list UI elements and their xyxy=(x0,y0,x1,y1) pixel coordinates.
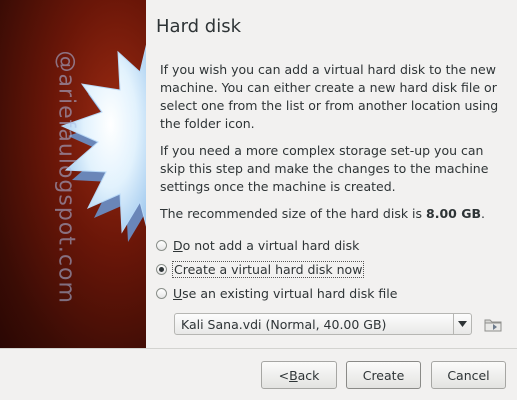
option-create-disk-label: Create a virtual hard disk now xyxy=(171,260,365,278)
option-existing-disk-label: Use an existing virtual hard disk file xyxy=(173,285,398,301)
radio-no-disk[interactable] xyxy=(156,239,167,251)
recommended-size-value: 8.00 GB xyxy=(426,206,481,221)
cancel-button[interactable]: Cancel xyxy=(431,361,506,389)
back-button-rest: ack xyxy=(297,367,320,383)
button-bar: < Back Create Cancel xyxy=(0,348,517,400)
triangle-down-icon[interactable] xyxy=(453,314,471,334)
radio-existing-disk[interactable] xyxy=(156,287,167,299)
option-no-disk[interactable]: Do not add a virtual hard disk xyxy=(156,236,359,254)
watermark-text: @ariefaulogspot.com xyxy=(53,50,79,304)
recommended-size-suffix: . xyxy=(481,206,485,221)
disk-file-select[interactable]: Kali Sana.vdi (Normal, 40.00 GB) xyxy=(174,313,472,335)
recommended-size-text: The recommended size of the hard disk is… xyxy=(160,205,500,223)
back-button[interactable]: < Back xyxy=(261,361,337,389)
wizard-sidebar-graphic: @ariefaulogspot.com xyxy=(0,0,146,348)
folder-icon[interactable] xyxy=(483,314,503,334)
page-title: Hard disk xyxy=(156,16,242,37)
advanced-note-text: If you need a more complex storage set-u… xyxy=(160,143,489,194)
description-text: If you wish you can add a virtual hard d… xyxy=(160,62,499,131)
radio-create-disk[interactable] xyxy=(156,263,167,275)
option-existing-disk[interactable]: Use an existing virtual hard disk file xyxy=(156,284,397,302)
recommended-size-prefix: The recommended size of the hard disk is xyxy=(160,206,427,221)
option-no-disk-label: Do not add a virtual hard disk xyxy=(173,237,360,253)
option-create-disk[interactable]: Create a virtual hard disk now xyxy=(156,260,365,278)
wizard-content: Hard disk If you wish you can add a virt… xyxy=(146,0,517,348)
wizard-window: @ariefaulogspot.com Hard disk If you wis… xyxy=(0,0,517,400)
disk-file-select-value: Kali Sana.vdi (Normal, 40.00 GB) xyxy=(181,316,387,332)
back-button-mnemonic: B xyxy=(289,367,298,383)
back-button-prefix: < xyxy=(278,367,290,383)
create-button[interactable]: Create xyxy=(346,361,421,389)
